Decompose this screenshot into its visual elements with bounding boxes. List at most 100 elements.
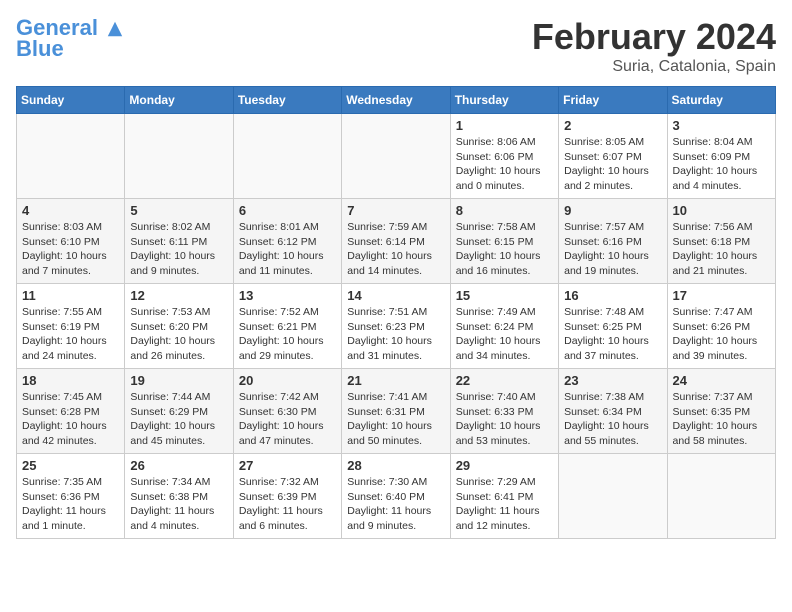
day-info: Sunrise: 7:58 AM Sunset: 6:15 PM Dayligh… <box>456 220 553 279</box>
calendar-cell <box>125 114 233 199</box>
day-info: Sunrise: 7:38 AM Sunset: 6:34 PM Dayligh… <box>564 390 661 449</box>
logo: General Blue <box>16 16 124 62</box>
day-number: 18 <box>22 373 119 388</box>
calendar-week-row: 1 Sunrise: 8:06 AM Sunset: 6:06 PM Daylig… <box>17 114 776 199</box>
day-number: 5 <box>130 203 227 218</box>
calendar-cell: 17 Sunrise: 7:47 AM Sunset: 6:26 PM Dayli… <box>667 284 775 369</box>
day-number: 15 <box>456 288 553 303</box>
calendar-cell <box>17 114 125 199</box>
day-info: Sunrise: 7:37 AM Sunset: 6:35 PM Dayligh… <box>673 390 770 449</box>
calendar-day-header: Monday <box>125 87 233 114</box>
calendar-cell: 12Sunrise: 7:53 AM Sunset: 6:20 PM Dayli… <box>125 284 233 369</box>
calendar-cell: 2 Sunrise: 8:05 AM Sunset: 6:07 PM Daylig… <box>559 114 667 199</box>
day-info: Sunrise: 7:55 AM Sunset: 6:19 PM Dayligh… <box>22 305 119 364</box>
day-number: 16 <box>564 288 661 303</box>
calendar-body: 1 Sunrise: 8:06 AM Sunset: 6:06 PM Daylig… <box>17 114 776 539</box>
logo-icon <box>106 20 124 38</box>
calendar-cell: 25 Sunrise: 7:35 AM Sunset: 6:36 PM Dayli… <box>17 454 125 539</box>
day-number: 23 <box>564 373 661 388</box>
day-number: 3 <box>673 118 770 133</box>
day-number: 24 <box>673 373 770 388</box>
day-number: 13 <box>239 288 336 303</box>
calendar-cell: 24 Sunrise: 7:37 AM Sunset: 6:35 PM Dayli… <box>667 369 775 454</box>
calendar-cell: 22Sunrise: 7:40 AM Sunset: 6:33 PM Dayli… <box>450 369 558 454</box>
day-number: 21 <box>347 373 444 388</box>
calendar-cell: 15 Sunrise: 7:49 AM Sunset: 6:24 PM Dayli… <box>450 284 558 369</box>
calendar-week-row: 4 Sunrise: 8:03 AM Sunset: 6:10 PM Daylig… <box>17 199 776 284</box>
day-number: 12 <box>130 288 227 303</box>
day-info: Sunrise: 7:52 AM Sunset: 6:21 PM Dayligh… <box>239 305 336 364</box>
day-number: 29 <box>456 458 553 473</box>
calendar-cell: 4 Sunrise: 8:03 AM Sunset: 6:10 PM Daylig… <box>17 199 125 284</box>
calendar-cell: 23 Sunrise: 7:38 AM Sunset: 6:34 PM Dayli… <box>559 369 667 454</box>
calendar-cell: 10 Sunrise: 7:56 AM Sunset: 6:18 PM Dayli… <box>667 199 775 284</box>
day-info: Sunrise: 7:57 AM Sunset: 6:16 PM Dayligh… <box>564 220 661 279</box>
calendar-cell <box>233 114 341 199</box>
calendar-cell: 27 Sunrise: 7:32 AM Sunset: 6:39 PM Dayli… <box>233 454 341 539</box>
day-info: Sunrise: 8:04 AM Sunset: 6:09 PM Dayligh… <box>673 135 770 194</box>
calendar-cell <box>559 454 667 539</box>
location: Suria, Catalonia, Spain <box>532 58 776 76</box>
calendar-cell: 8Sunrise: 7:58 AM Sunset: 6:15 PM Daylig… <box>450 199 558 284</box>
calendar-day-header: Tuesday <box>233 87 341 114</box>
calendar-cell: 11 Sunrise: 7:55 AM Sunset: 6:19 PM Dayli… <box>17 284 125 369</box>
day-info: Sunrise: 7:49 AM Sunset: 6:24 PM Dayligh… <box>456 305 553 364</box>
calendar-cell: 16Sunrise: 7:48 AM Sunset: 6:25 PM Dayli… <box>559 284 667 369</box>
day-number: 2 <box>564 118 661 133</box>
day-info: Sunrise: 8:02 AM Sunset: 6:11 PM Dayligh… <box>130 220 227 279</box>
day-info: Sunrise: 7:59 AM Sunset: 6:14 PM Dayligh… <box>347 220 444 279</box>
day-info: Sunrise: 7:34 AM Sunset: 6:38 PM Dayligh… <box>130 475 227 534</box>
day-number: 20 <box>239 373 336 388</box>
day-info: Sunrise: 7:30 AM Sunset: 6:40 PM Dayligh… <box>347 475 444 534</box>
day-info: Sunrise: 7:56 AM Sunset: 6:18 PM Dayligh… <box>673 220 770 279</box>
day-info: Sunrise: 7:47 AM Sunset: 6:26 PM Dayligh… <box>673 305 770 364</box>
page-header: General Blue February 2024 Suria, Catalo… <box>16 16 776 76</box>
calendar-cell: 5 Sunrise: 8:02 AM Sunset: 6:11 PM Daylig… <box>125 199 233 284</box>
day-info: Sunrise: 7:40 AM Sunset: 6:33 PM Dayligh… <box>456 390 553 449</box>
calendar-table: SundayMondayTuesdayWednesdayThursdayFrid… <box>16 86 776 539</box>
calendar-header-row: SundayMondayTuesdayWednesdayThursdayFrid… <box>17 87 776 114</box>
calendar-cell: 7 Sunrise: 7:59 AM Sunset: 6:14 PM Daylig… <box>342 199 450 284</box>
day-number: 28 <box>347 458 444 473</box>
day-number: 9 <box>564 203 661 218</box>
calendar-day-header: Saturday <box>667 87 775 114</box>
day-number: 10 <box>673 203 770 218</box>
calendar-cell: 26 Sunrise: 7:34 AM Sunset: 6:38 PM Dayli… <box>125 454 233 539</box>
day-number: 27 <box>239 458 336 473</box>
calendar-cell: 6 Sunrise: 8:01 AM Sunset: 6:12 PM Daylig… <box>233 199 341 284</box>
day-number: 6 <box>239 203 336 218</box>
calendar-cell: 20 Sunrise: 7:42 AM Sunset: 6:30 PM Dayli… <box>233 369 341 454</box>
calendar-cell: 3 Sunrise: 8:04 AM Sunset: 6:09 PM Daylig… <box>667 114 775 199</box>
calendar-cell: 28 Sunrise: 7:30 AM Sunset: 6:40 PM Dayli… <box>342 454 450 539</box>
calendar-week-row: 11 Sunrise: 7:55 AM Sunset: 6:19 PM Dayli… <box>17 284 776 369</box>
day-info: Sunrise: 8:03 AM Sunset: 6:10 PM Dayligh… <box>22 220 119 279</box>
day-info: Sunrise: 8:06 AM Sunset: 6:06 PM Dayligh… <box>456 135 553 194</box>
day-info: Sunrise: 7:44 AM Sunset: 6:29 PM Dayligh… <box>130 390 227 449</box>
day-number: 7 <box>347 203 444 218</box>
calendar-cell: 21Sunrise: 7:41 AM Sunset: 6:31 PM Dayli… <box>342 369 450 454</box>
calendar-day-header: Sunday <box>17 87 125 114</box>
calendar-cell <box>342 114 450 199</box>
day-number: 1 <box>456 118 553 133</box>
calendar-cell <box>667 454 775 539</box>
day-number: 11 <box>22 288 119 303</box>
day-info: Sunrise: 7:42 AM Sunset: 6:30 PM Dayligh… <box>239 390 336 449</box>
day-number: 25 <box>22 458 119 473</box>
calendar-day-header: Friday <box>559 87 667 114</box>
day-info: Sunrise: 7:35 AM Sunset: 6:36 PM Dayligh… <box>22 475 119 534</box>
calendar-cell: 13 Sunrise: 7:52 AM Sunset: 6:21 PM Dayli… <box>233 284 341 369</box>
calendar-day-header: Thursday <box>450 87 558 114</box>
day-info: Sunrise: 8:01 AM Sunset: 6:12 PM Dayligh… <box>239 220 336 279</box>
day-number: 17 <box>673 288 770 303</box>
month-title: February 2024 <box>532 16 776 58</box>
calendar-day-header: Wednesday <box>342 87 450 114</box>
day-number: 4 <box>22 203 119 218</box>
day-number: 26 <box>130 458 227 473</box>
calendar-cell: 14Sunrise: 7:51 AM Sunset: 6:23 PM Dayli… <box>342 284 450 369</box>
calendar-cell: 9 Sunrise: 7:57 AM Sunset: 6:16 PM Daylig… <box>559 199 667 284</box>
calendar-cell: 29Sunrise: 7:29 AM Sunset: 6:41 PM Dayli… <box>450 454 558 539</box>
day-info: Sunrise: 8:05 AM Sunset: 6:07 PM Dayligh… <box>564 135 661 194</box>
day-info: Sunrise: 7:32 AM Sunset: 6:39 PM Dayligh… <box>239 475 336 534</box>
calendar-cell: 18Sunrise: 7:45 AM Sunset: 6:28 PM Dayli… <box>17 369 125 454</box>
calendar-cell: 1 Sunrise: 8:06 AM Sunset: 6:06 PM Daylig… <box>450 114 558 199</box>
